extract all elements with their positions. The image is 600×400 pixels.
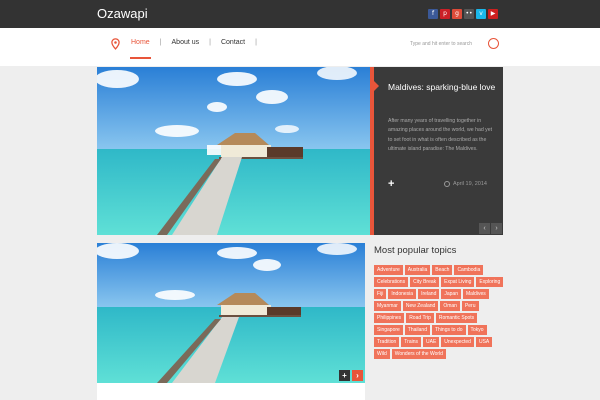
search-input[interactable]: Type and hit enter to search bbox=[404, 38, 480, 50]
tag[interactable]: Expat Living bbox=[441, 277, 475, 287]
tag-cloud: Adventure Australia Beach Cambodia Celeb… bbox=[374, 265, 504, 359]
next-button[interactable]: › bbox=[352, 370, 363, 381]
tag[interactable]: Unexpected bbox=[441, 337, 474, 347]
tag[interactable]: Tradition bbox=[374, 337, 400, 347]
tag[interactable]: Myanmar bbox=[374, 301, 401, 311]
tag[interactable]: Wonders of the World bbox=[391, 349, 446, 359]
post-date-text: April 19, 2014 bbox=[453, 181, 487, 187]
post-body bbox=[97, 383, 365, 400]
tag[interactable]: Exploring bbox=[476, 277, 504, 287]
tag[interactable]: Thailand bbox=[404, 325, 430, 335]
tag[interactable]: UAE bbox=[423, 337, 440, 347]
featured-post-card: Maldives: sparking-blue love After many … bbox=[370, 67, 503, 235]
tag[interactable]: Cambodia bbox=[454, 265, 484, 275]
slider-prev-button[interactable]: ‹ bbox=[479, 223, 490, 234]
post-excerpt: After many years of travelling together … bbox=[388, 118, 493, 153]
nav-separator: | bbox=[255, 39, 257, 46]
tag[interactable]: Peru bbox=[461, 301, 479, 311]
vimeo-icon[interactable]: v bbox=[476, 9, 486, 19]
tag[interactable]: Wild bbox=[374, 349, 390, 359]
post-date: April 19, 2014 bbox=[444, 181, 487, 187]
tag[interactable]: Romantic Spots bbox=[435, 313, 478, 323]
post-title[interactable]: Maldives: sparking-blue love bbox=[388, 81, 496, 93]
tag[interactable]: Trains bbox=[401, 337, 421, 347]
slider-controls: ‹ › bbox=[479, 223, 502, 234]
tag[interactable]: Fiji bbox=[374, 289, 387, 299]
tag[interactable]: Road Trip bbox=[406, 313, 434, 323]
top-header: Ozawapi f p g •• v ▶ bbox=[0, 0, 600, 28]
tag[interactable]: Singapore bbox=[374, 325, 403, 335]
tag[interactable]: Beach bbox=[432, 265, 453, 275]
navigation-bar: Home | About us | Contact | Type and hit… bbox=[0, 28, 600, 66]
accent-bar bbox=[370, 67, 374, 235]
flickr-icon[interactable]: •• bbox=[464, 9, 474, 19]
tag[interactable]: New Zealand bbox=[402, 301, 439, 311]
read-more-button[interactable]: + bbox=[388, 178, 394, 190]
tag[interactable]: Ireland bbox=[418, 289, 440, 299]
tag[interactable]: Celebrations bbox=[374, 277, 409, 287]
tag[interactable]: Indonesia bbox=[388, 289, 417, 299]
tag[interactable]: Australia bbox=[404, 265, 431, 275]
tag[interactable]: Tokyo bbox=[467, 325, 487, 335]
tag[interactable]: City Break bbox=[410, 277, 440, 287]
accent-arrow bbox=[374, 81, 379, 91]
nav-item-about[interactable]: About us bbox=[172, 39, 200, 46]
pinterest-icon[interactable]: p bbox=[440, 9, 450, 19]
post-image[interactable] bbox=[97, 243, 365, 383]
google-plus-icon[interactable]: g bbox=[452, 9, 462, 19]
nav-separator: | bbox=[159, 39, 162, 46]
tag[interactable]: Adventure bbox=[374, 265, 403, 275]
tag[interactable]: Things to do bbox=[431, 325, 466, 335]
hero-image[interactable] bbox=[97, 67, 370, 235]
add-button[interactable]: + bbox=[339, 370, 350, 381]
tag[interactable]: Japan bbox=[441, 289, 461, 299]
tag[interactable]: Maldives bbox=[463, 289, 489, 299]
search-icon[interactable] bbox=[488, 38, 499, 49]
tag[interactable]: Oman bbox=[440, 301, 460, 311]
clock-icon bbox=[444, 181, 450, 187]
nav-item-home[interactable]: Home bbox=[130, 39, 151, 59]
popular-topics-heading: Most popular topics bbox=[374, 245, 457, 256]
slider-next-button[interactable]: › bbox=[491, 223, 502, 234]
social-links: f p g •• v ▶ bbox=[428, 9, 498, 19]
tag[interactable]: Philippines bbox=[374, 313, 405, 323]
main-menu: Home | About us | Contact | bbox=[130, 39, 267, 59]
map-pin-icon bbox=[111, 38, 120, 50]
nav-separator: | bbox=[209, 39, 211, 46]
facebook-icon[interactable]: f bbox=[428, 9, 438, 19]
site-logo[interactable]: Ozawapi bbox=[97, 6, 148, 21]
nav-item-contact[interactable]: Contact bbox=[221, 39, 245, 46]
youtube-icon[interactable]: ▶ bbox=[488, 9, 498, 19]
tag[interactable]: USA bbox=[475, 337, 493, 347]
